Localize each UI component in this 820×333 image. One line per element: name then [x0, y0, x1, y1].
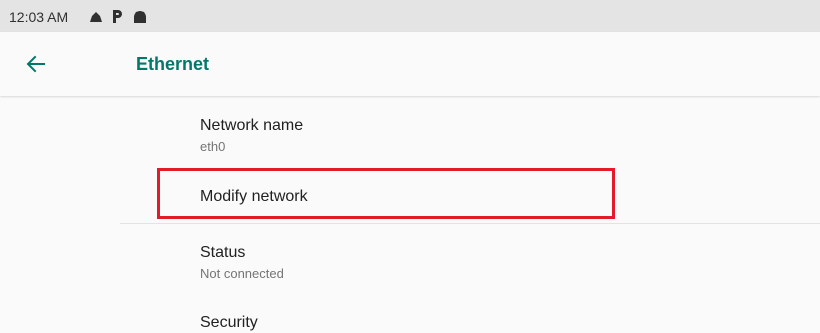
status-bar: 12:03 AM — [0, 0, 820, 32]
status-title: Status — [200, 244, 246, 261]
android-icon — [133, 10, 147, 28]
status-item[interactable]: Status Not connected — [200, 243, 284, 283]
highlight-box — [157, 168, 615, 219]
arrow-back-icon[interactable] — [26, 54, 46, 74]
network-name-value: eth0 — [200, 139, 226, 154]
status-value: Not connected — [200, 266, 284, 281]
status-time: 12:03 AM — [9, 9, 69, 25]
security-title: Security — [200, 314, 258, 331]
network-name-item[interactable]: Network name eth0 — [200, 116, 303, 156]
app-bar: Ethernet — [0, 32, 820, 96]
preference-list: Network name eth0 Modify network Status … — [0, 97, 820, 331]
security-item[interactable]: Security — [200, 313, 258, 333]
divider — [120, 223, 820, 224]
page-title: Ethernet — [136, 54, 210, 74]
parking-icon — [111, 10, 123, 28]
cloud-icon — [89, 10, 103, 28]
network-name-title: Network name — [200, 117, 304, 134]
